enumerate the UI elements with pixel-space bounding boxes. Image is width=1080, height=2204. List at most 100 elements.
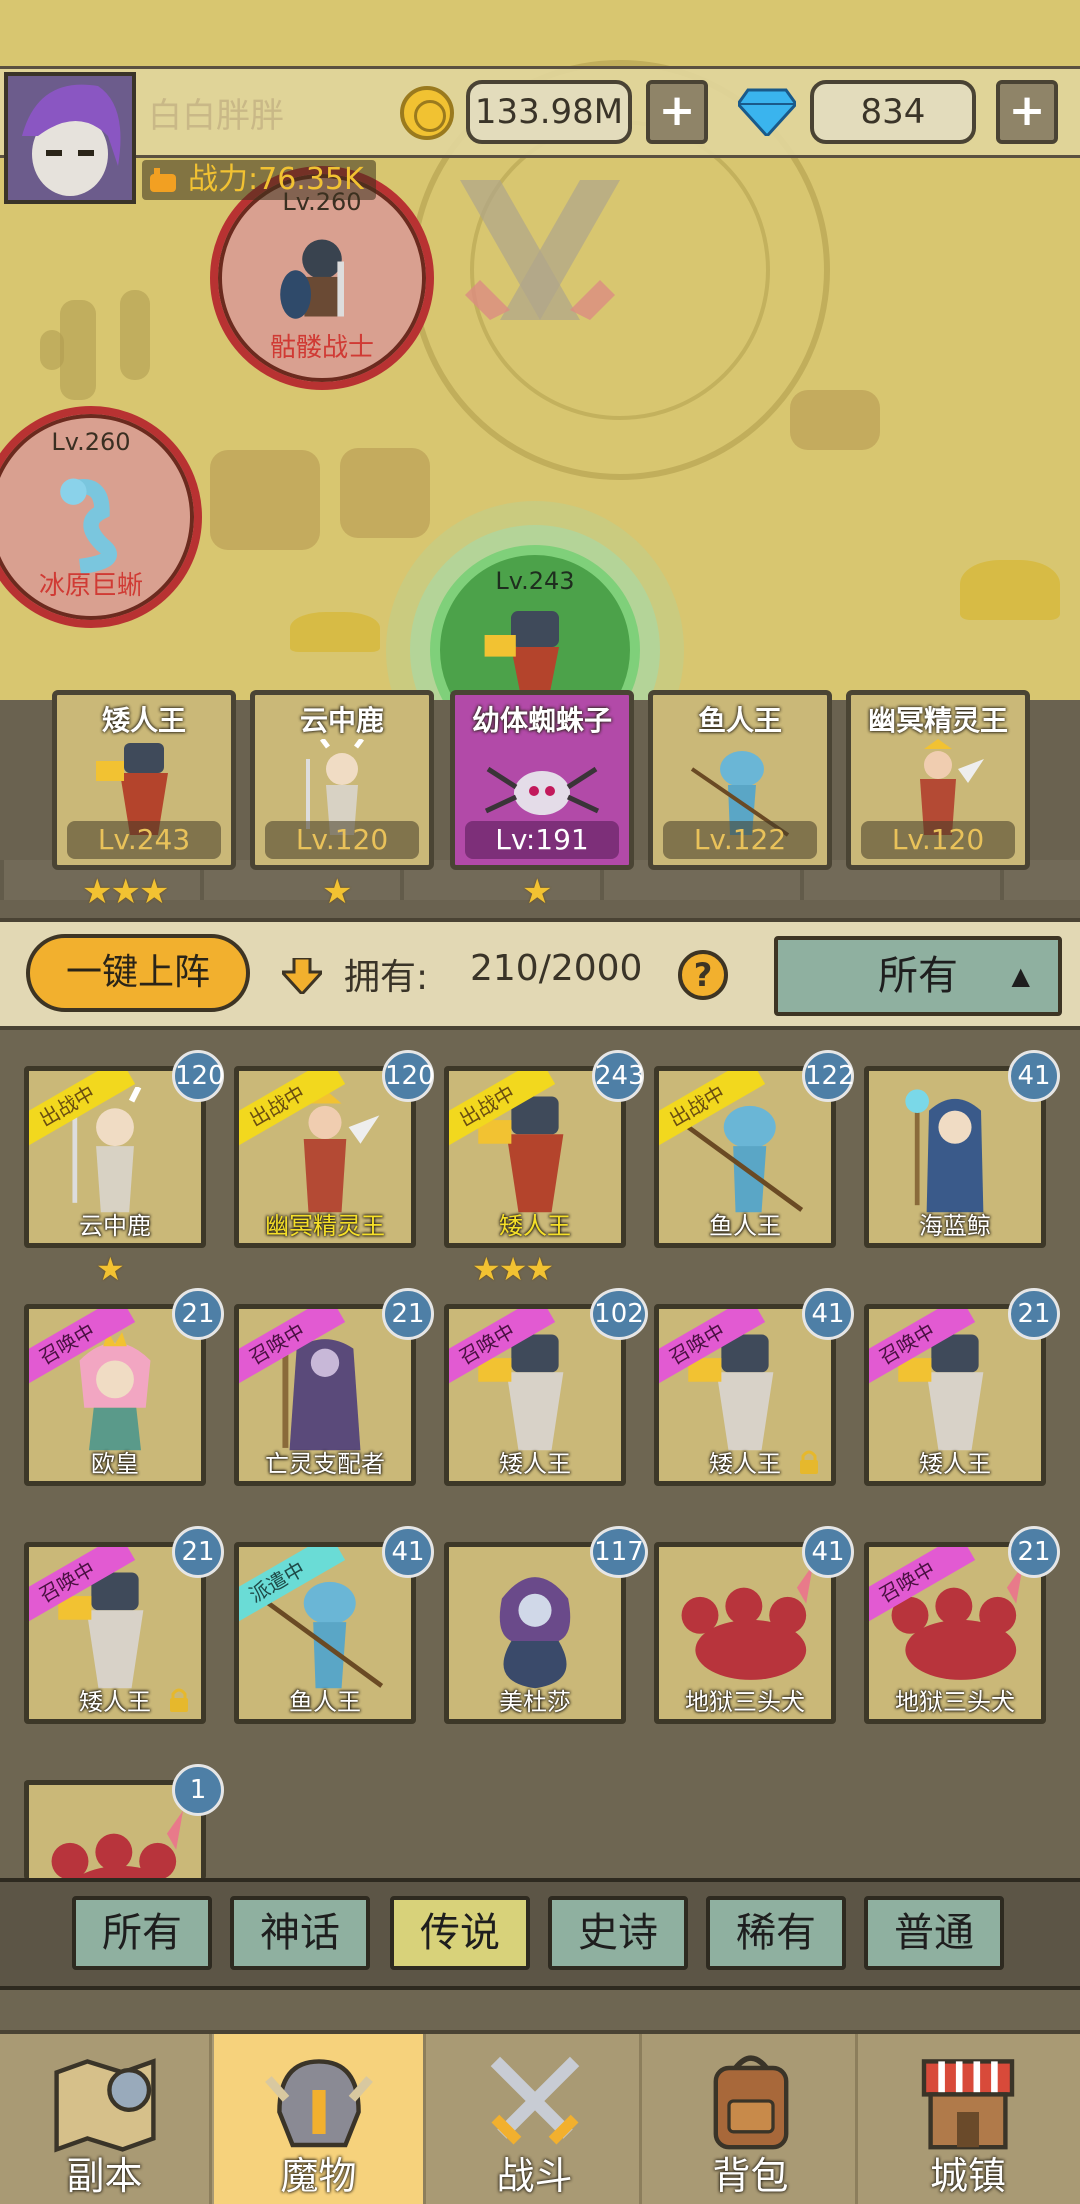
enemy-name: 骷髅战士 xyxy=(269,333,374,363)
monster-name: 矮人王 xyxy=(919,1450,991,1478)
level-badge: 41 xyxy=(382,1526,434,1578)
rock-decoration xyxy=(340,448,430,538)
ice-lizard-icon xyxy=(60,478,117,575)
level-badge: 41 xyxy=(802,1288,854,1340)
level-badge: 21 xyxy=(1008,1288,1060,1340)
lineup-slot[interactable]: 幼体蜘蛛子 Lv:191 xyxy=(450,690,634,870)
nav-label: 副本 xyxy=(66,2154,143,2198)
enemy-name: 冰原巨蜥 xyxy=(38,571,143,601)
monster-name: 海蓝鲸 xyxy=(919,1212,991,1240)
nav-monsters[interactable]: 魔物 xyxy=(214,2034,426,2204)
lineup-slot[interactable]: 矮人王 Lv.243 xyxy=(52,690,236,870)
auto-deploy-button[interactable]: 一键上阵 xyxy=(26,934,250,1012)
lineup-slot-name: 云中鹿 xyxy=(299,704,384,737)
lock-icon xyxy=(800,1450,818,1474)
town-shop-icon xyxy=(921,2059,1015,2150)
level-badge: 21 xyxy=(382,1288,434,1340)
cactus-decoration xyxy=(60,300,96,400)
monster-name: 矮人王 xyxy=(499,1212,571,1240)
lineup-slot-name: 幽冥精灵王 xyxy=(867,704,1008,737)
rarity-tab-rare[interactable]: 稀有 xyxy=(706,1896,846,1970)
gold-coin-icon xyxy=(400,86,454,140)
nav-label: 城镇 xyxy=(929,2154,1006,2198)
nav-label: 背包 xyxy=(712,2154,789,2198)
rarity-tab-legendary[interactable]: 传说 xyxy=(390,1896,530,1970)
category-dropdown[interactable]: 所有 ▲ xyxy=(774,936,1062,1016)
level-badge: 21 xyxy=(1008,1526,1060,1578)
gem-amount: 834 xyxy=(810,80,976,144)
rarity-tab-epic[interactable]: 史诗 xyxy=(548,1896,688,1970)
skeleton-warrior-icon xyxy=(280,239,344,319)
level-badge: 1 xyxy=(172,1764,224,1816)
nav-dungeon[interactable]: 副本 xyxy=(0,2034,212,2204)
chevron-up-icon: ▲ xyxy=(1011,962,1030,990)
map-enemy-node[interactable]: Lv.260 冰原巨蜥 xyxy=(0,406,202,628)
lineup-stars: ★★★ xyxy=(82,872,169,912)
nav-label: 魔物 xyxy=(280,2154,357,2198)
level-badge: 243 xyxy=(592,1050,645,1102)
lineup-slot[interactable]: 鱼人王 Lv.122 xyxy=(648,690,832,870)
level-badge: 122 xyxy=(802,1050,855,1102)
lineup-slot-name: 幼体蜘蛛子 xyxy=(471,704,612,737)
rock-decoration xyxy=(210,450,320,550)
monster-name: 鱼人王 xyxy=(289,1688,361,1716)
owned-label: 拥有: xyxy=(344,957,429,998)
lineup-slot-level: Lv:191 xyxy=(465,821,619,859)
level-badge: 120 xyxy=(382,1050,435,1102)
monster-stars: ★★★ xyxy=(472,1250,554,1288)
category-dropdown-value: 所有 xyxy=(878,953,958,999)
hell-cerberus-icon xyxy=(51,1810,184,1880)
cactus-decoration xyxy=(120,290,150,380)
monster-name: 矮人王 xyxy=(499,1450,571,1478)
sea-whale-priestess-icon xyxy=(905,1089,984,1213)
avatar-portrait-icon xyxy=(8,76,132,200)
level-badge: 21 xyxy=(172,1288,224,1340)
monster-name: 地狱三头犬 xyxy=(685,1688,805,1716)
nav-backpack[interactable]: 背包 xyxy=(646,2034,858,2204)
help-icon[interactable]: ? xyxy=(678,950,728,1000)
nav-town[interactable]: 城镇 xyxy=(862,2034,1074,2204)
rarity-tab-common[interactable]: 普通 xyxy=(864,1896,1004,1970)
cactus-decoration xyxy=(40,330,64,370)
player-name: 白白胖胖 xyxy=(148,96,284,136)
enemy-level: Lv.260 xyxy=(51,428,131,456)
diamond-gem-icon xyxy=(738,88,796,136)
level-badge: 41 xyxy=(1008,1050,1060,1102)
lineup-slot-level: Lv.120 xyxy=(861,821,1015,859)
rarity-tab-all[interactable]: 所有 xyxy=(72,1896,212,1970)
gold-amount: 133.98M xyxy=(466,80,632,144)
add-gems-button[interactable]: + xyxy=(996,80,1058,144)
add-gold-button[interactable]: + xyxy=(646,80,708,144)
lineup-stars: ★ xyxy=(322,872,353,912)
lineup-stars: ★ xyxy=(522,872,553,912)
level-badge: 102 xyxy=(590,1288,648,1340)
backpack-icon xyxy=(713,2055,788,2150)
player-avatar[interactable] xyxy=(4,72,136,204)
monster-name: 云中鹿 xyxy=(79,1212,151,1240)
crossed-swords-icon xyxy=(490,2056,579,2145)
power-fist-icon xyxy=(150,168,176,192)
lineup-slot-level: Lv.120 xyxy=(265,821,419,859)
rarity-tab-mythic[interactable]: 神话 xyxy=(230,1896,370,1970)
monster-name: 美杜莎 xyxy=(499,1688,571,1716)
medusa-icon xyxy=(499,1577,571,1689)
lineup-slot-name: 鱼人王 xyxy=(697,704,782,737)
player-node-level: Lv.243 xyxy=(495,567,575,595)
lock-icon xyxy=(170,1688,188,1712)
level-badge: 41 xyxy=(802,1526,854,1578)
lineup-slot[interactable]: 云中鹿 Lv.120 xyxy=(250,690,434,870)
arrow-down-icon xyxy=(282,958,322,994)
hell-cerberus-icon xyxy=(681,1564,814,1680)
monster-name: 亡灵支配者 xyxy=(265,1450,385,1478)
level-badge: 21 xyxy=(172,1526,224,1578)
monster-helmet-icon xyxy=(264,2059,373,2148)
nav-battle[interactable]: 战斗 xyxy=(430,2034,642,2204)
lineup-slot-name: 矮人王 xyxy=(101,704,186,737)
treasure-chest-decoration xyxy=(790,390,880,450)
monster-name: 幽冥精灵王 xyxy=(265,1212,385,1240)
level-badge: 117 xyxy=(590,1526,648,1578)
lineup-slot-level: Lv.243 xyxy=(67,821,221,859)
monster-name: 鱼人王 xyxy=(709,1212,781,1240)
lineup-slot[interactable]: 幽冥精灵王 Lv.120 xyxy=(846,690,1030,870)
owned-count: 210/2000 xyxy=(470,948,643,989)
